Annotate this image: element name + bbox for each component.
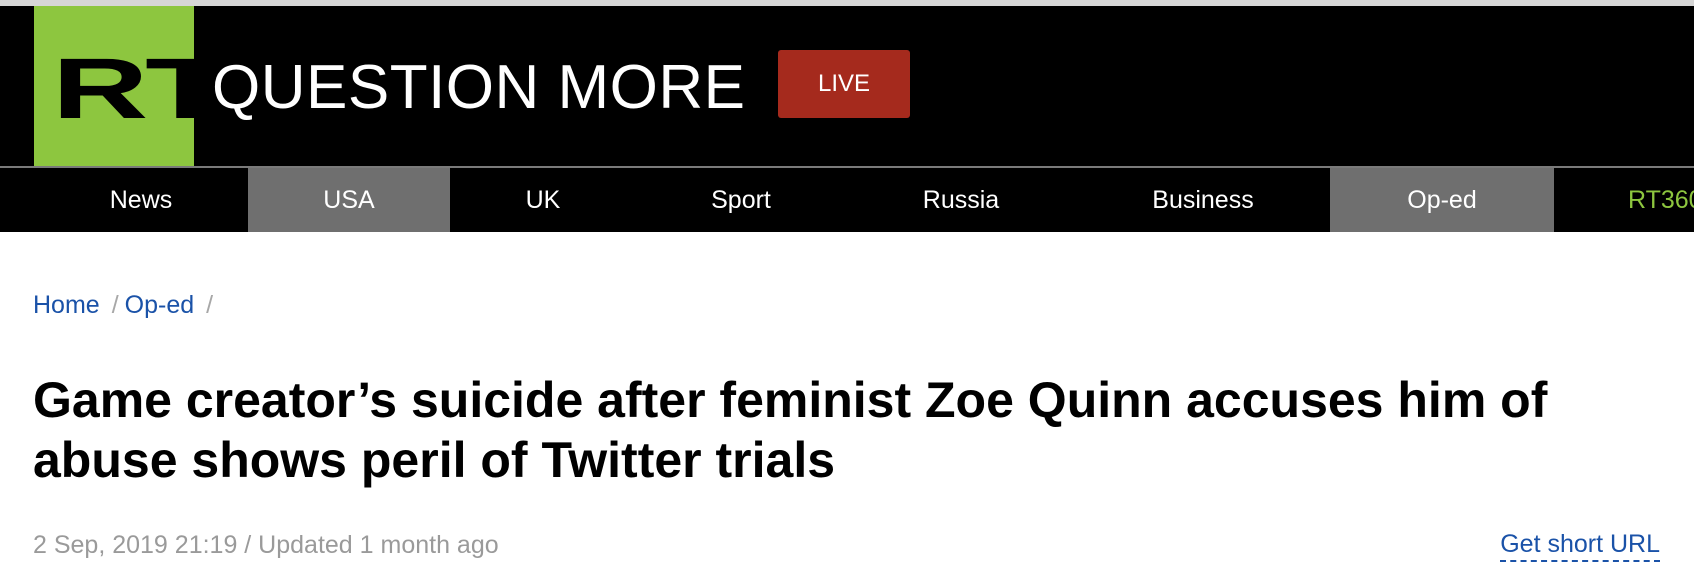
nav-item-news[interactable]: News — [34, 168, 248, 232]
rt-logo[interactable]: RT — [34, 6, 194, 166]
main-nav: News USA UK Sport Russia Business Op-ed … — [0, 168, 1694, 232]
breadcrumb-home-link[interactable]: Home — [33, 291, 100, 319]
breadcrumb-op-ed-link[interactable]: Op-ed — [125, 291, 194, 319]
nav-item-op-ed[interactable]: Op-ed — [1330, 168, 1554, 232]
nav-item-business[interactable]: Business — [1076, 168, 1330, 232]
nav-item-usa[interactable]: USA — [248, 168, 450, 232]
breadcrumb-separator: / — [111, 291, 119, 319]
article-dateline: 2 Sep, 2019 21:19 / Updated 1 month ago — [33, 531, 499, 559]
nav-item-sport[interactable]: Sport — [636, 168, 846, 232]
site-header: RT QUESTION MORE LIVE — [0, 6, 1694, 166]
live-button[interactable]: LIVE — [778, 50, 910, 118]
nav-item-rt360[interactable]: RT360 — [1628, 168, 1694, 232]
nav-item-russia[interactable]: Russia — [846, 168, 1076, 232]
breadcrumb: Home / Op-ed / — [33, 288, 219, 322]
breadcrumb-separator: / — [206, 291, 214, 319]
get-short-url-link[interactable]: Get short URL — [1500, 528, 1660, 562]
article-title: Game creator’s suicide after feminist Zo… — [33, 372, 1548, 488]
nav-item-uk[interactable]: UK — [450, 168, 636, 232]
tagline: QUESTION MORE — [212, 53, 746, 122]
logo-text: RT — [52, 41, 194, 137]
